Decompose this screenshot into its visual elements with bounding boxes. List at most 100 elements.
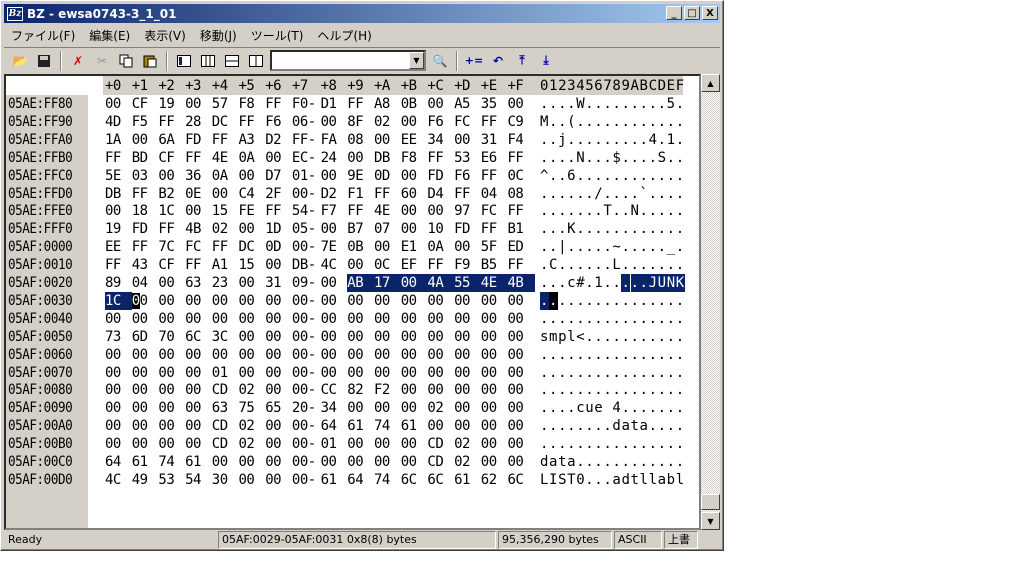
hex-byte[interactable]: 4E [212,149,234,167]
hex-byte[interactable]: 00 [158,399,180,417]
ascii-text[interactable]: data............ [540,453,685,471]
hex-byte[interactable]: 4C [321,256,343,274]
hex-byte[interactable]: 74 [374,417,396,435]
hex-byte[interactable]: F5 [132,113,154,131]
hex-byte[interactable]: 15 [239,256,261,274]
hex-byte[interactable]: 00 [427,95,449,113]
hex-byte[interactable]: F8 [239,95,261,113]
hex-byte[interactable]: 00 [321,346,343,364]
hex-byte[interactable]: 4C [105,471,127,489]
scroll-down-button[interactable]: ▼ [701,512,720,530]
menu-tools[interactable]: ツール(T) [244,27,311,44]
hex-byte[interactable]: B5 [481,256,503,274]
cut-icon[interactable]: ✂ [92,51,112,71]
hex-byte[interactable]: 00 [105,435,127,453]
hex-byte[interactable]: 64 [105,453,127,471]
hex-byte[interactable]: CF [132,95,154,113]
hex-byte[interactable]: FF [347,95,369,113]
hex-byte[interactable]: 00 [239,364,261,382]
hex-byte[interactable]: FE [239,202,261,220]
hex-byte[interactable]: 75 [239,399,261,417]
hex-byte[interactable]: 00 [401,220,423,238]
hex-byte[interactable]: FF [427,149,449,167]
hex-byte[interactable]: 00 [185,381,207,399]
hex-byte[interactable]: CD [212,381,234,399]
hex-byte[interactable]: 18 [132,202,154,220]
hex-byte[interactable]: 00 [401,167,423,185]
title-bar[interactable]: Bz BZ - ewsa0743-3_1_01 _ □ X [4,4,720,23]
hex-byte[interactable]: 00 [132,381,154,399]
hex-byte[interactable]: FF [158,220,180,238]
hex-byte[interactable]: 6C [401,471,423,489]
hex-byte[interactable]: 00 [454,131,476,149]
hex-byte[interactable]: 0D [265,238,287,256]
hex-byte[interactable]: 6C [185,328,207,346]
hex-byte[interactable]: 61 [132,453,154,471]
hex-byte[interactable]: 01 [212,364,234,382]
hex-byte[interactable]: FA [321,131,343,149]
hex-byte[interactable]: BD [132,149,154,167]
ascii-text[interactable]: ................ [540,364,685,382]
ascii-text[interactable]: ................ [540,292,685,310]
hex-byte[interactable]: 4B [507,274,535,292]
hex-byte[interactable]: 00 [374,435,396,453]
hex-byte[interactable]: 00 [105,95,127,113]
hex-byte[interactable]: FD [427,167,449,185]
hex-byte[interactable]: 60 [401,185,423,203]
hex-byte[interactable]: CF [158,256,180,274]
hex-byte[interactable]: 15 [212,202,234,220]
hex-byte[interactable]: 00 [427,364,449,382]
hex-view[interactable]: +0 +1 +2 +3 +4 +5 +6 +7 +8 +9 +A +B +C +D +E +F 01234567… [4,74,701,530]
hex-byte[interactable]: 6D [132,328,154,346]
menu-jump[interactable]: 移動(J) [193,27,244,44]
menu-file[interactable]: ファイル(F) [4,27,82,44]
hex-byte[interactable]: 00 [508,310,530,328]
hex-byte[interactable]: 4E [374,202,396,220]
hex-byte[interactable]: 6C [508,471,530,489]
hex-byte[interactable]: 00 [265,435,287,453]
hex-byte[interactable]: 00 [454,328,476,346]
hex-byte[interactable]: 00 [508,346,530,364]
ascii-text[interactable]: LIST0...adtllabl [540,471,685,489]
hex-byte[interactable]: FC [481,202,503,220]
hex-byte[interactable]: DB [374,149,396,167]
hex-byte[interactable]: B7 [347,220,369,238]
hex-byte[interactable]: 00 [132,417,154,435]
chevron-down-icon[interactable]: ▼ [409,52,424,69]
hex-byte[interactable]: 0E [185,185,207,203]
hex-byte[interactable]: 73 [105,328,127,346]
hex-byte[interactable]: 00 [239,292,261,310]
hex-byte[interactable]: 00 [427,292,449,310]
hex-byte[interactable]: 0A [427,238,449,256]
hex-byte[interactable]: 3C [212,328,234,346]
hex-byte[interactable]: 00 [132,310,154,328]
hex-byte[interactable]: FF [185,149,207,167]
hex-byte[interactable]: FF [185,256,207,274]
hex-byte[interactable]: 61 [401,417,423,435]
hex-byte[interactable]: 53 [454,149,476,167]
ascii-text[interactable]: ^..6............ [540,167,685,185]
copy-icon[interactable] [116,51,136,71]
find-icon[interactable]: 🔍 [430,51,450,71]
hex-byte[interactable]: 00 [481,292,503,310]
hex-byte[interactable]: C9 [508,113,530,131]
view-vertical-icon[interactable] [246,51,266,71]
hex-byte[interactable]: 0C [374,256,396,274]
hex-byte[interactable]: F7 [321,202,343,220]
hex-byte[interactable]: 00 [508,381,530,399]
hex-byte[interactable]: 00 [481,381,503,399]
hex-byte[interactable]: 00 [185,292,207,310]
vertical-scrollbar[interactable]: ▲ ▼ [701,74,720,530]
hex-byte[interactable]: 43 [132,256,154,274]
hex-byte[interactable]: 00 [454,381,476,399]
hex-byte[interactable]: FF [132,185,154,203]
hex-byte[interactable]: 00 [374,364,396,382]
hex-byte[interactable]: 00 [185,95,207,113]
hex-byte[interactable]: 00 [347,399,369,417]
hex-byte[interactable]: C4 [239,185,261,203]
close-button[interactable]: X [702,6,718,20]
hex-byte[interactable]: 53 [158,471,180,489]
hex-byte[interactable]: 00 [347,328,369,346]
hex-byte[interactable]: 00 [374,238,396,256]
hex-byte[interactable]: 00 [401,453,423,471]
